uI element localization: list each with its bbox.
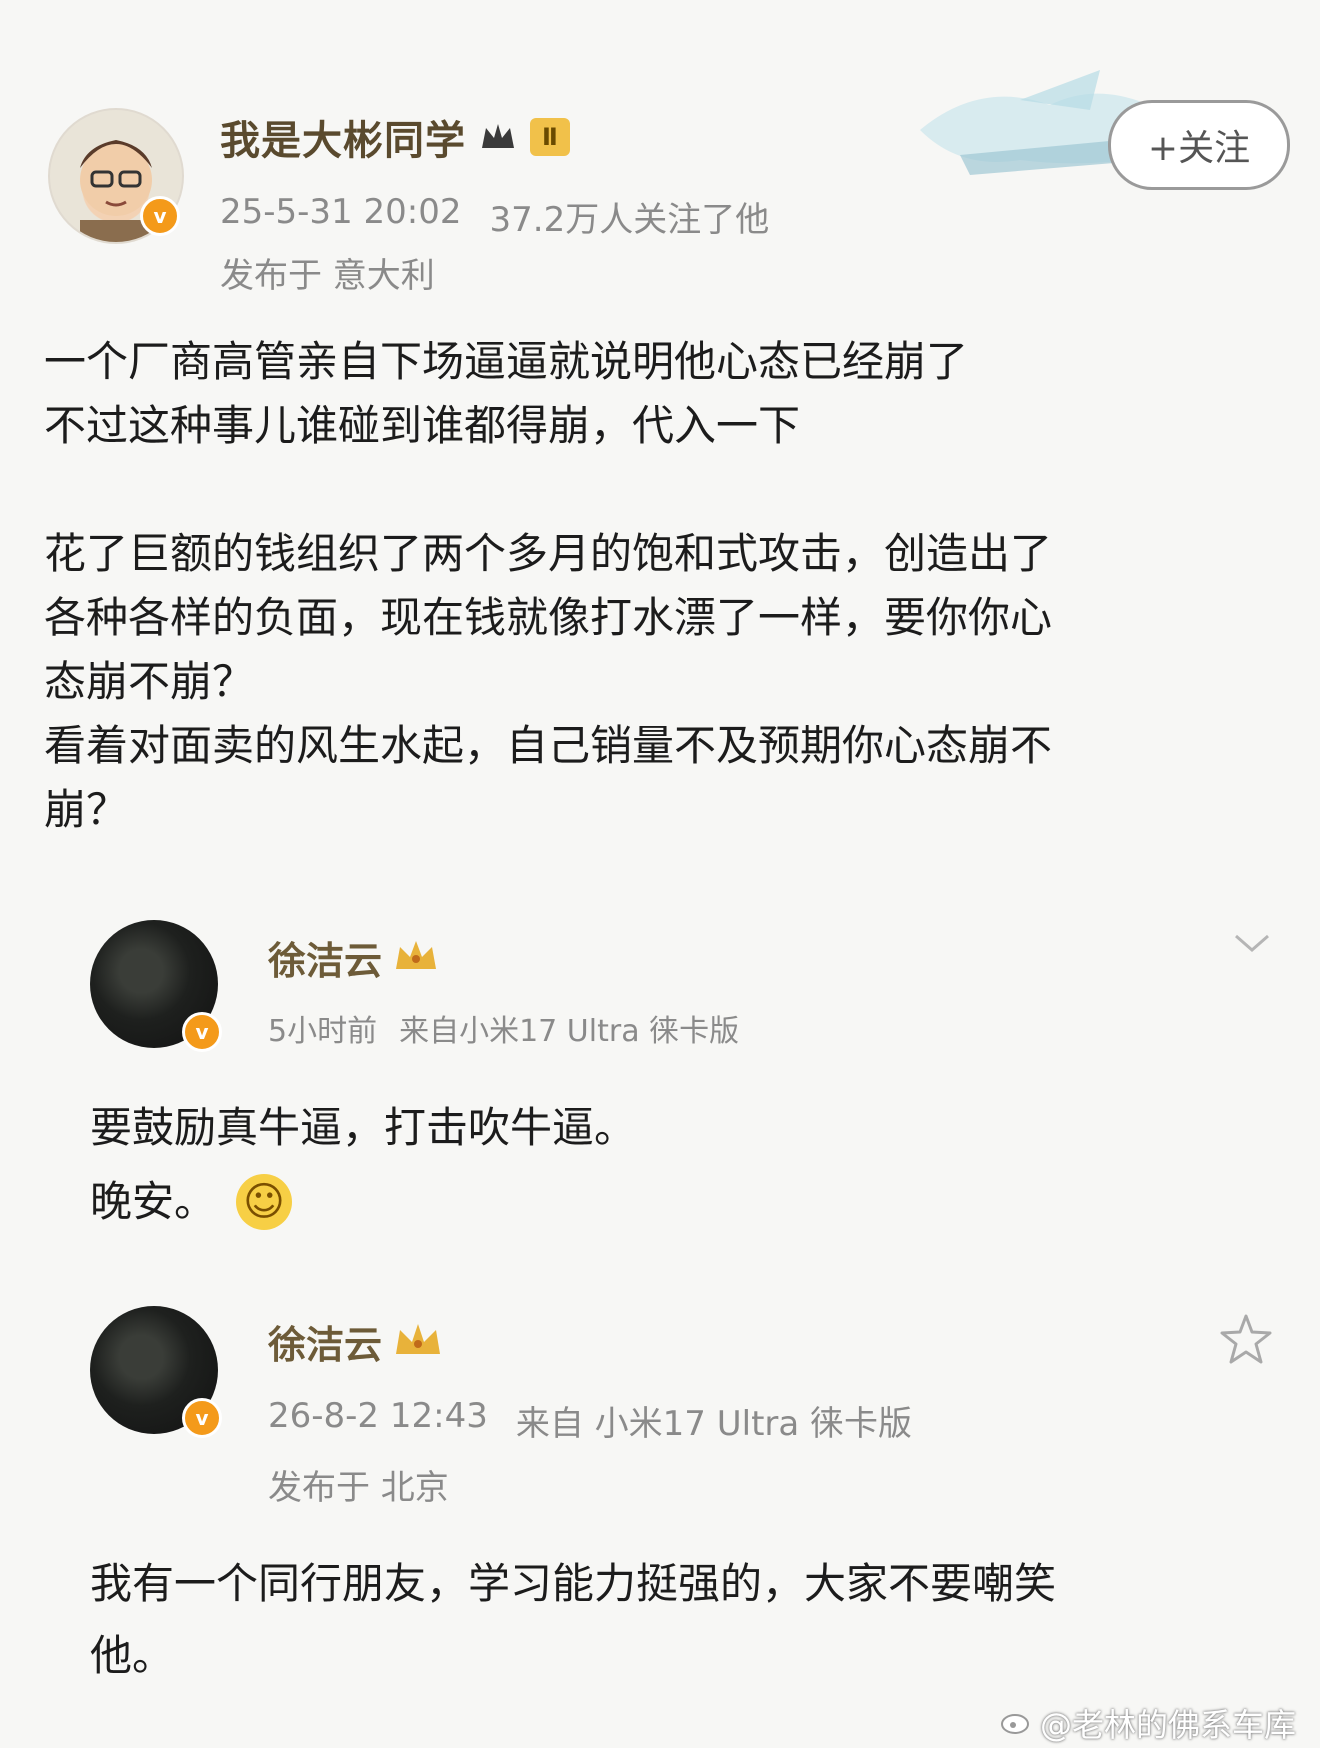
post-line: 一个厂商高管亲自下场逼逼就说明他心态已经崩了: [44, 337, 969, 386]
verified-badge: v: [182, 1012, 222, 1052]
level-badge: Ⅱ: [530, 118, 570, 156]
reply-line: 我有一个同行朋友，学习能力挺强的，大家不要嘲笑: [90, 1559, 1057, 1608]
reply-line: 要鼓励真牛逼，打击吹牛逼。: [90, 1103, 637, 1152]
follower-count: 37.2万人关注了他: [489, 200, 770, 240]
weibo-logo: [1000, 1707, 1034, 1739]
reply-location: 发布于 北京: [268, 1468, 449, 1508]
verified-badge: v: [140, 196, 180, 236]
reply-body: 要鼓励真牛逼，打击吹牛逼。 晚安。 ☺: [90, 1096, 1240, 1234]
post-line: 各种各样的负面，现在钱就像打水漂了一样，要你你心: [44, 593, 1053, 642]
reply-time: 5小时前: [268, 1014, 378, 1049]
reply-author[interactable]: 徐洁云: [268, 1314, 382, 1369]
watermark: @老林的佛系车库: [1040, 1706, 1297, 1744]
follow-button[interactable]: +关注: [1108, 100, 1290, 190]
reply-body: 我有一个同行朋友，学习能力挺强的，大家不要嘲笑 他。: [90, 1552, 1290, 1688]
reply-date: 26-8-2 12:43: [268, 1396, 488, 1436]
crown-icon: [392, 937, 440, 979]
post-line: 看着对面卖的风生水起，自己销量不及预期你心态崩不: [44, 721, 1053, 770]
reply-source: 来自 小米17 Ultra 徕卡版: [515, 1404, 913, 1444]
reply-author[interactable]: 徐洁云: [268, 930, 382, 985]
post-line: 不过这种事儿谁碰到谁都得崩，代入一下: [44, 401, 801, 450]
post-line: 态崩不崩？: [44, 657, 255, 706]
post-line: 花了巨额的钱组织了两个多月的饱和式攻击，创造出了: [44, 529, 1053, 578]
post-line: 崩？: [44, 785, 129, 834]
reply-line: 晚安。: [90, 1177, 217, 1226]
crown-icon: [478, 120, 518, 154]
author-name[interactable]: 我是大彬同学: [220, 108, 466, 166]
post-body: 一个厂商高管亲自下场逼逼就说明他心态已经崩了 不过这种事儿谁碰到谁都得崩，代入一…: [44, 330, 1294, 842]
verified-badge: v: [182, 1398, 222, 1438]
reply-source: 来自小米17 Ultra 徕卡版: [399, 1014, 740, 1049]
post-location: 发布于 意大利: [220, 256, 435, 296]
smile-emoji: ☺: [236, 1174, 293, 1230]
star-icon[interactable]: [1218, 1312, 1274, 1370]
crown-icon: [392, 1320, 444, 1364]
reply-line: 他。: [90, 1631, 175, 1680]
chevron-down-icon[interactable]: [1232, 930, 1272, 960]
post-date: 25-5-31 20:02: [220, 192, 462, 232]
